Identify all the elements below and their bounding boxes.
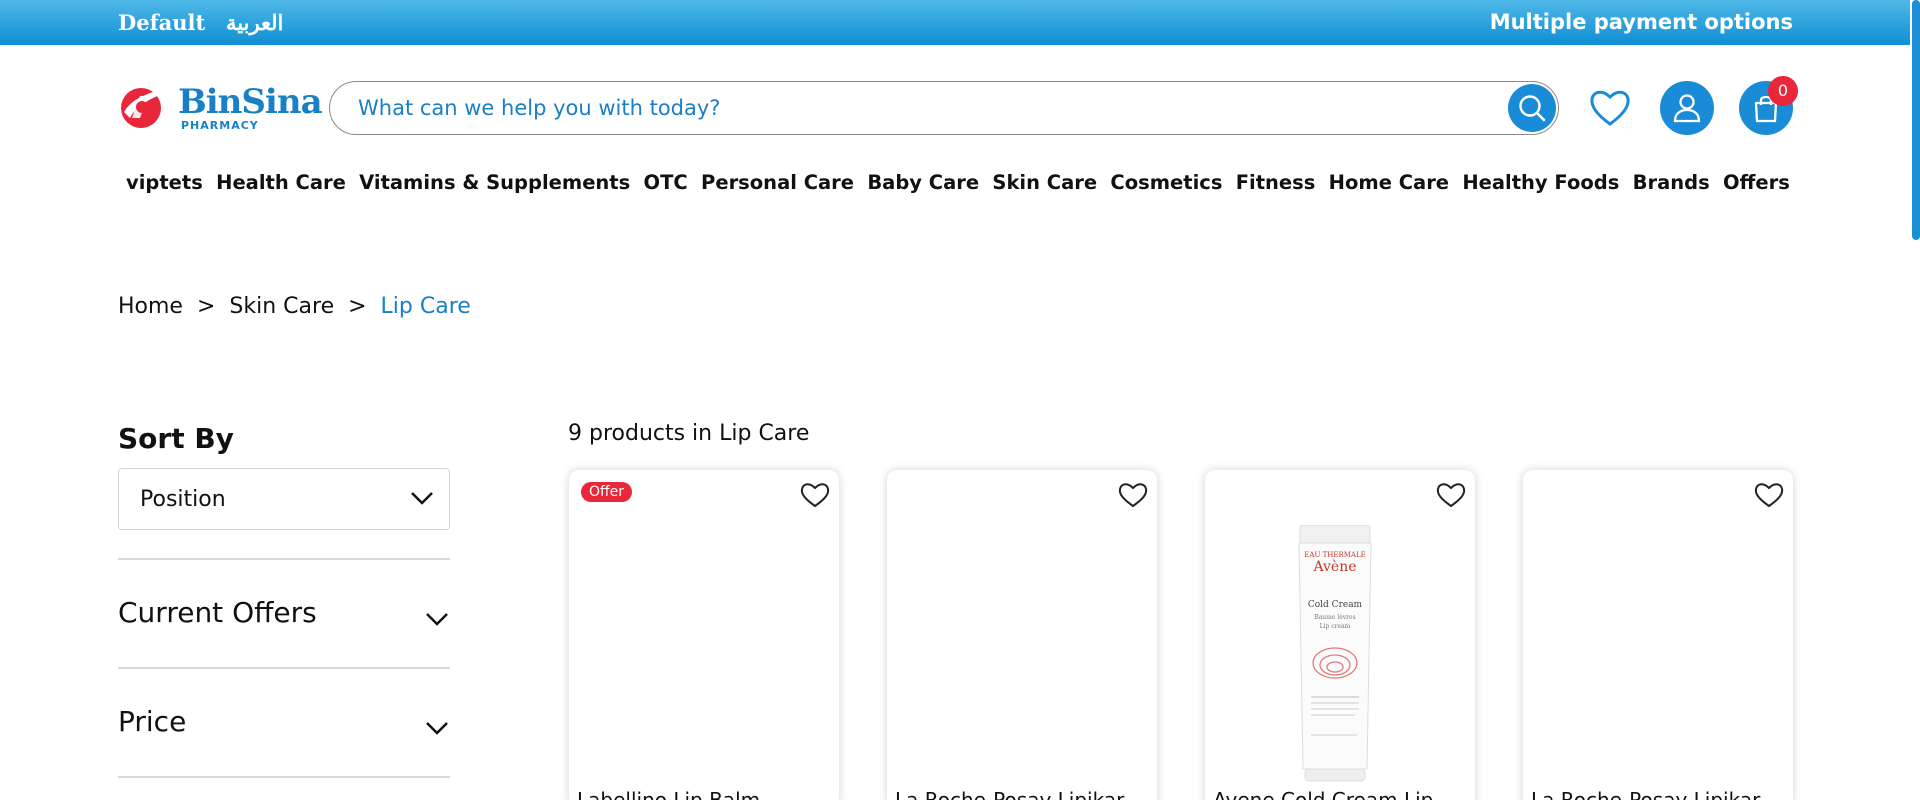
wishlist-heart-icon[interactable] xyxy=(1753,480,1785,510)
nav-item-healthy-foods[interactable]: Healthy Foods xyxy=(1462,171,1619,201)
nav-item-brands[interactable]: Brands xyxy=(1633,171,1710,201)
filter-current-offers[interactable]: Current Offers xyxy=(118,596,450,646)
search-button[interactable] xyxy=(1508,84,1556,132)
tube-name: Cold Cream xyxy=(1308,600,1363,610)
main-nav: viptets Health Care Vitamins & Supplemen… xyxy=(118,171,1798,201)
nav-item-home-care[interactable]: Home Care xyxy=(1329,171,1449,201)
filter-label: Price xyxy=(118,705,187,738)
wishlist-heart-icon[interactable] xyxy=(799,480,831,510)
wishlist-heart-icon[interactable] xyxy=(1588,86,1632,130)
language-default-link[interactable]: Default xyxy=(118,10,205,35)
tube-sub-1: Baume lèvres xyxy=(1314,614,1355,621)
nav-item-viptets[interactable]: viptets xyxy=(126,171,203,201)
nav-item-fitness[interactable]: Fitness xyxy=(1236,171,1316,201)
nav-item-otc[interactable]: OTC xyxy=(644,171,688,201)
nav-item-cosmetics[interactable]: Cosmetics xyxy=(1110,171,1222,201)
product-image[interactable]: EAU THERMALE Avène Cold Cream Baume lèvr… xyxy=(1297,525,1373,783)
language-arabic-link[interactable]: العربية xyxy=(226,10,283,35)
filter-divider xyxy=(118,667,450,669)
nav-item-vitamins-supplements[interactable]: Vitamins & Supplements xyxy=(359,171,630,201)
tube-brand-small: EAU THERMALE xyxy=(1304,551,1365,559)
user-icon xyxy=(1673,94,1701,123)
search-bar xyxy=(329,81,1559,135)
top-bar: Default العربية Multiple payment options xyxy=(0,0,1910,45)
logo-mark-icon xyxy=(121,88,164,128)
breadcrumb-separator: > xyxy=(196,294,216,319)
breadcrumb: Home > Skin Care > Lip Care xyxy=(118,294,471,319)
product-title[interactable]: La Roche-Posay Lipikar xyxy=(1531,788,1771,800)
breadcrumb-current: Lip Care xyxy=(380,294,471,319)
breadcrumb-separator: > xyxy=(348,294,367,319)
tube-brand: Avène xyxy=(1312,559,1356,575)
search-input[interactable] xyxy=(358,94,1468,122)
cart-count-badge: 0 xyxy=(1768,76,1798,106)
offer-badge: Offer xyxy=(581,482,633,502)
product-card[interactable]: Offer Labellino Lip Balm xyxy=(569,470,839,800)
wishlist-heart-icon[interactable] xyxy=(1435,480,1467,510)
product-count: 9 products in Lip Care xyxy=(568,421,810,446)
filter-label: Current Offers xyxy=(118,596,317,629)
page-scrollbar-thumb[interactable] xyxy=(1912,0,1920,240)
product-title[interactable]: La Roche-Posay Lipikar xyxy=(895,788,1135,800)
search-icon xyxy=(1519,95,1546,122)
sort-select[interactable]: Position xyxy=(118,468,450,530)
payment-options-text: Multiple payment options xyxy=(1489,10,1793,34)
breadcrumb-home[interactable]: Home xyxy=(118,294,183,319)
sort-by-title: Sort By xyxy=(118,422,234,455)
sort-selected-value: Position xyxy=(140,487,226,512)
nav-item-offers[interactable]: Offers xyxy=(1723,171,1790,201)
nav-item-personal-care[interactable]: Personal Care xyxy=(701,171,854,201)
wishlist-heart-icon[interactable] xyxy=(1117,480,1149,510)
filter-divider xyxy=(118,558,450,560)
logo-subtitle: PHARMACY xyxy=(181,119,259,132)
nav-item-skin-care[interactable]: Skin Care xyxy=(992,171,1097,201)
nav-item-baby-care[interactable]: Baby Care xyxy=(867,171,979,201)
product-title[interactable]: Labellino Lip Balm xyxy=(577,788,817,800)
breadcrumb-skin-care[interactable]: Skin Care xyxy=(229,294,334,319)
chevron-down-icon xyxy=(411,492,433,505)
chevron-down-icon xyxy=(426,722,448,735)
nav-item-health-care[interactable]: Health Care xyxy=(216,171,346,201)
account-button[interactable] xyxy=(1660,81,1714,135)
product-title[interactable]: Avene Cold Cream Lip xyxy=(1213,788,1453,800)
filter-price[interactable]: Price xyxy=(118,705,450,755)
product-card[interactable]: La Roche-Posay Lipikar xyxy=(1523,470,1793,800)
binsina-logo[interactable]: BinSina PHARMACY xyxy=(118,82,323,134)
logo-name: BinSina xyxy=(178,82,323,122)
product-card[interactable]: EAU THERMALE Avène Cold Cream Baume lèvr… xyxy=(1205,470,1475,800)
filter-divider xyxy=(118,776,450,778)
tube-sub-2: Lip cream xyxy=(1320,623,1351,630)
product-card[interactable]: La Roche-Posay Lipikar xyxy=(887,470,1157,800)
chevron-down-icon xyxy=(426,613,448,626)
